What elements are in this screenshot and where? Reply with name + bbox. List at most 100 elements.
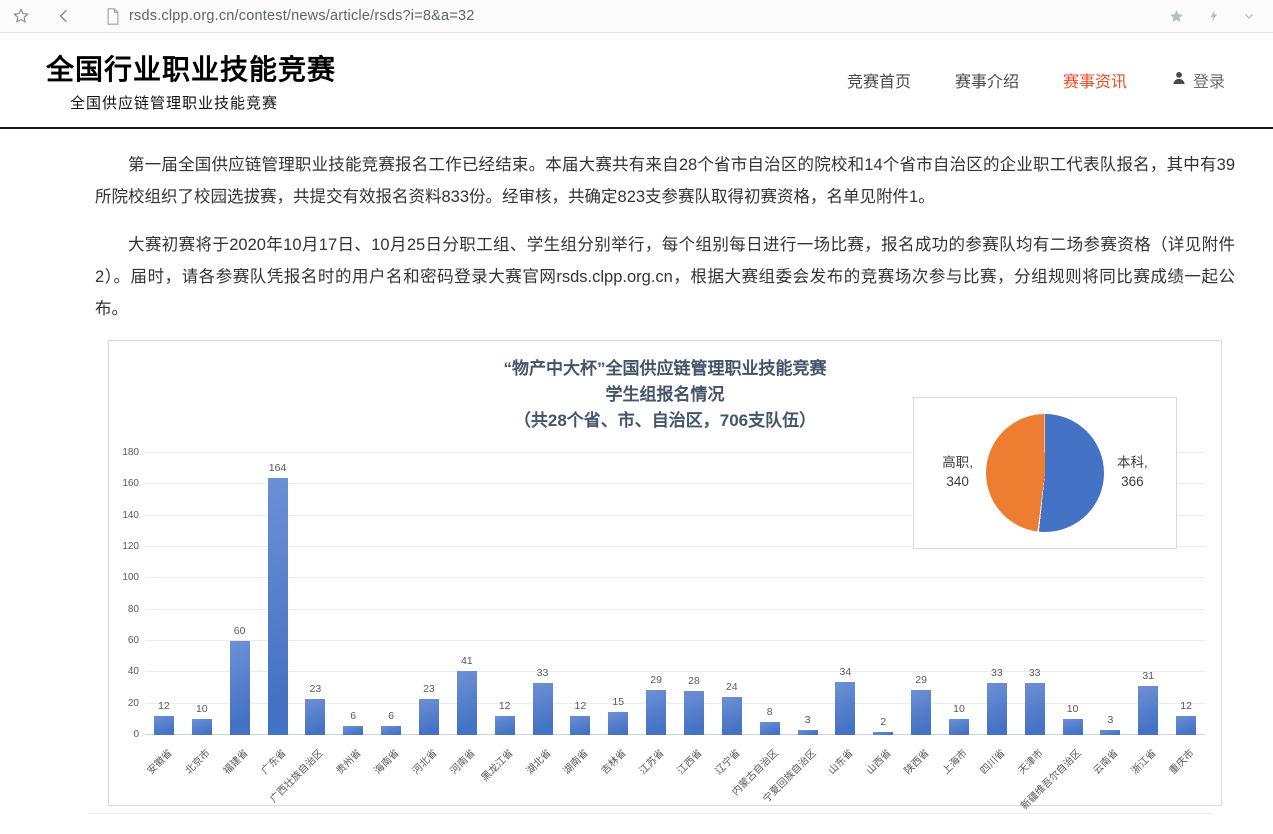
bar-slot-2: 10北京市 [183, 453, 221, 735]
bar [305, 699, 325, 735]
bar-slot-19: 34山东省 [826, 453, 864, 735]
bar [1025, 683, 1045, 735]
lightning-icon[interactable] [1207, 8, 1221, 24]
bar [873, 732, 893, 735]
site-title: 全国行业职业技能竞赛 [46, 48, 336, 88]
bar [268, 478, 288, 735]
bar [533, 683, 553, 735]
article-paragraph: 大赛初赛将于2020年10月17日、10月25日分职工组、学生组分别举行，每个组… [95, 229, 1235, 325]
bar-value-label: 29 [915, 674, 927, 686]
x-axis-label: 安徽省 [143, 745, 175, 777]
bar-slot-8: 23河北省 [410, 453, 448, 735]
bar [722, 697, 742, 735]
bar-value-label: 33 [991, 667, 1003, 679]
bar-value-label: 164 [269, 462, 287, 474]
bar-value-label: 10 [953, 703, 965, 715]
x-axis-label: 山东省 [824, 745, 856, 777]
pie-chart [986, 414, 1104, 532]
bar-value-label: 3 [1107, 714, 1113, 726]
bar [381, 726, 401, 735]
y-axis-tick: 160 [113, 478, 139, 489]
nav-item-news[interactable]: 赛事资讯 [1063, 68, 1127, 92]
bar [1063, 719, 1083, 735]
x-axis-label: 河北省 [408, 745, 440, 777]
bar-slot-6: 6贵州省 [334, 453, 372, 735]
x-axis-label: 辽宁省 [711, 745, 743, 777]
site-subtitle: 全国供应链管理职业技能竞赛 [70, 92, 336, 113]
bar [1100, 730, 1120, 735]
bar-slot-12: 12湖南省 [561, 453, 599, 735]
bar-value-label: 23 [423, 683, 435, 695]
bar [230, 641, 250, 735]
bar [760, 722, 780, 735]
x-axis-label: 黑龙江省 [476, 745, 515, 784]
bar-value-label: 33 [1029, 667, 1041, 679]
site-logo[interactable]: 全国行业职业技能竞赛 全国供应链管理职业技能竞赛 [46, 48, 336, 113]
site-header: 全国行业职业技能竞赛 全国供应链管理职业技能竞赛 竞赛首页 赛事介绍 赛事资讯 … [0, 33, 1273, 129]
page-icon [106, 8, 120, 25]
x-axis-label: 海南省 [370, 745, 402, 777]
y-axis-tick: 120 [113, 541, 139, 552]
y-axis-tick: 20 [113, 698, 139, 709]
bar-value-label: 2 [880, 716, 886, 728]
x-axis-label: 吉林省 [597, 745, 629, 777]
x-axis-label: 江苏省 [635, 745, 667, 777]
bar-value-label: 34 [840, 666, 852, 678]
bookmark-star-icon[interactable] [12, 7, 30, 25]
y-axis-tick: 100 [113, 572, 139, 583]
y-axis-tick: 180 [113, 447, 139, 458]
bar-value-label: 10 [1067, 703, 1079, 715]
article-body: 第一届全国供应链管理职业技能竞赛报名工作已经结束。本届大赛共有来自28个省市自治… [0, 129, 1273, 325]
main-nav: 竞赛首页 赛事介绍 赛事资讯 登录 [847, 68, 1225, 92]
back-icon[interactable] [56, 8, 72, 24]
bar [192, 719, 212, 735]
bar-value-label: 24 [726, 681, 738, 693]
favorite-star-icon[interactable] [1168, 8, 1185, 25]
y-axis-tick: 40 [113, 666, 139, 677]
bar-value-label: 6 [350, 710, 356, 722]
bar-slot-1: 12安徽省 [145, 453, 183, 735]
bar [570, 716, 590, 735]
bar [343, 726, 363, 735]
bar-value-label: 10 [196, 703, 208, 715]
nav-item-intro[interactable]: 赛事介绍 [955, 68, 1019, 92]
x-axis-label: 陕西省 [900, 745, 932, 777]
pie-label-left: 高职, 340 [942, 454, 973, 492]
bar [798, 730, 818, 735]
x-axis-label: 湖南省 [559, 745, 591, 777]
chevron-down-icon[interactable] [1243, 10, 1255, 22]
bar-slot-7: 6海南省 [372, 453, 410, 735]
x-axis-label: 湖北省 [521, 745, 553, 777]
x-axis-label: 福建省 [218, 745, 250, 777]
bar-slot-15: 28江西省 [675, 453, 713, 735]
bar-slot-20: 2山西省 [864, 453, 902, 735]
browser-toolbar: rsds.clpp.org.cn/contest/news/article/rs… [0, 0, 1273, 33]
user-icon [1171, 70, 1187, 91]
bar-value-label: 12 [575, 700, 587, 712]
bar-value-label: 31 [1142, 670, 1154, 682]
bar-slot-3: 60福建省 [221, 453, 259, 735]
bar-value-label: 8 [767, 706, 773, 718]
x-axis-label: 云南省 [1089, 745, 1121, 777]
bar-slot-4: 164广东省 [259, 453, 297, 735]
y-axis-tick: 80 [113, 604, 139, 615]
article-paragraph: 第一届全国供应链管理职业技能竞赛报名工作已经结束。本届大赛共有来自28个省市自治… [95, 149, 1235, 213]
pie-inset: 高职, 340 本科, 366 [913, 397, 1177, 549]
x-axis-label: 天津市 [1013, 745, 1045, 777]
login-button[interactable]: 登录 [1171, 68, 1225, 92]
nav-item-home[interactable]: 竞赛首页 [847, 68, 911, 92]
bar-value-label: 12 [1180, 700, 1192, 712]
bar [1176, 716, 1196, 735]
x-axis-label: 北京市 [181, 745, 213, 777]
bar-slot-9: 41河南省 [448, 453, 486, 735]
address-bar[interactable]: rsds.clpp.org.cn/contest/news/article/rs… [106, 8, 1168, 25]
url-text[interactable]: rsds.clpp.org.cn/contest/news/article/rs… [129, 8, 474, 24]
bar-value-label: 23 [310, 683, 322, 695]
bar [684, 691, 704, 735]
bar-slot-11: 33湖北省 [524, 453, 562, 735]
bar [987, 683, 1007, 735]
pie-label-right: 本科, 366 [1117, 454, 1148, 492]
bar [1138, 686, 1158, 735]
y-axis-tick: 140 [113, 510, 139, 521]
y-axis-tick: 60 [113, 635, 139, 646]
